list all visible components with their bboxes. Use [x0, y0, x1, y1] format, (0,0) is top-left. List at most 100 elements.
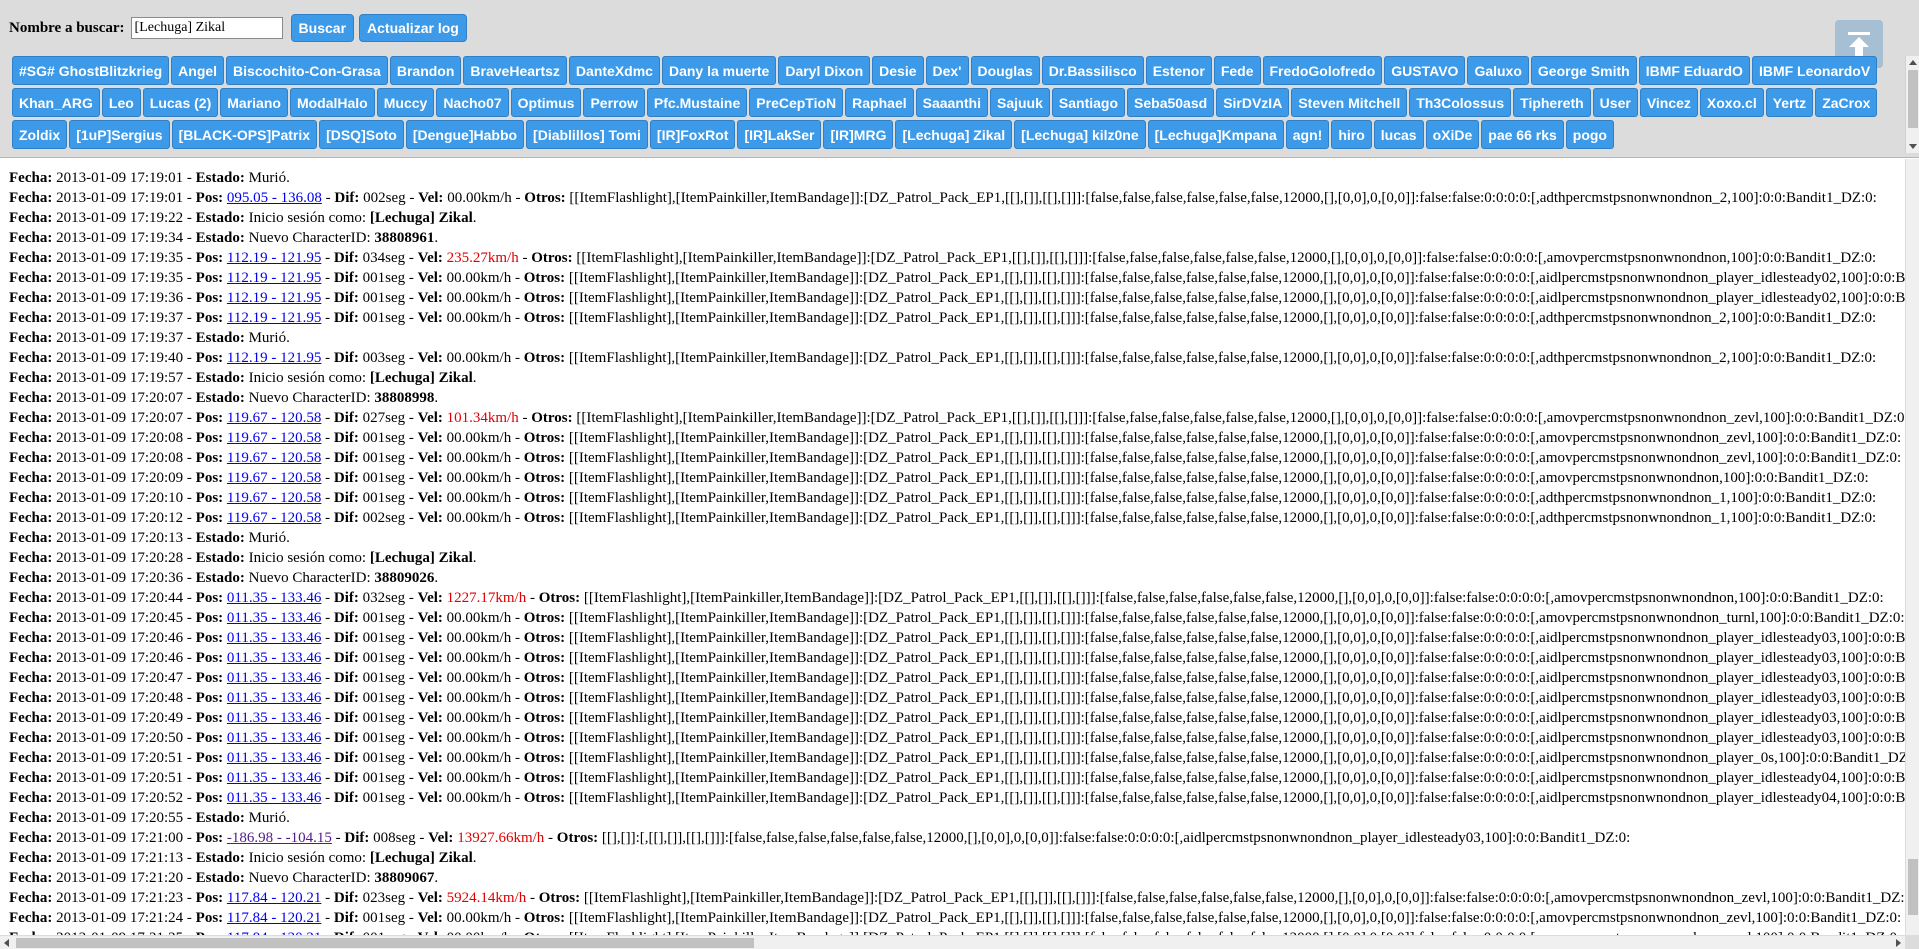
player-name-button[interactable]: IBMF LeonardoV — [1751, 56, 1878, 85]
position-link[interactable]: 011.35 - 133.46 — [227, 690, 321, 706]
player-name-button[interactable]: [IR]LakSer — [737, 120, 822, 149]
position-link[interactable]: 119.67 - 120.58 — [227, 470, 321, 486]
position-link[interactable]: 011.35 - 133.46 — [227, 610, 321, 626]
player-name-button[interactable]: Estenor — [1145, 56, 1212, 85]
player-name-button[interactable]: PreCepTioN — [749, 88, 844, 117]
position-link[interactable]: 011.35 - 133.46 — [227, 710, 321, 726]
player-name-button[interactable]: [BLACK-OPS]Patrix — [171, 120, 318, 149]
player-name-button[interactable]: Leo — [101, 88, 141, 117]
player-name-button[interactable]: Khan_ARG — [12, 88, 100, 117]
player-name-button[interactable]: [IR]FoxRot — [649, 120, 736, 149]
player-name-button[interactable]: Th3Colossus — [1409, 88, 1512, 117]
position-link[interactable]: 112.19 - 121.95 — [227, 250, 321, 266]
position-link[interactable]: 112.19 - 121.95 — [227, 290, 321, 306]
position-link[interactable]: 011.35 - 133.46 — [227, 790, 321, 806]
player-name-button[interactable]: Dex' — [925, 56, 969, 85]
page-vertical-scrollbar-thumb[interactable] — [1908, 859, 1918, 915]
player-name-button[interactable]: hiro — [1331, 120, 1372, 149]
position-link[interactable]: 011.35 - 133.46 — [227, 670, 321, 686]
player-name-button[interactable]: IBMF EduardO — [1638, 56, 1750, 85]
update-log-button[interactable]: Actualizar log — [359, 14, 467, 42]
player-name-button[interactable]: Tiphereth — [1513, 88, 1591, 117]
player-name-button[interactable]: [DSQ]Soto — [319, 120, 404, 149]
player-name-button[interactable]: [1uP]Sergius — [69, 120, 170, 149]
player-name-button[interactable]: Yertz — [1765, 88, 1814, 117]
player-name-button[interactable]: Optimus — [510, 88, 582, 117]
scroll-up-arrow-icon[interactable] — [1909, 60, 1917, 65]
player-name-button[interactable]: agn! — [1285, 120, 1330, 149]
player-name-button[interactable]: Raphael — [845, 88, 914, 117]
position-link[interactable]: 119.67 - 120.58 — [227, 490, 321, 506]
player-name-button[interactable]: Santiago — [1051, 88, 1126, 117]
player-name-button[interactable]: Nacho07 — [436, 88, 509, 117]
player-name-button[interactable]: Sajuuk — [989, 88, 1050, 117]
scroll-left-arrow-icon[interactable] — [4, 939, 9, 947]
player-name-button[interactable]: [Dengue]Habbo — [405, 120, 525, 149]
player-name-button[interactable]: Desie — [872, 56, 924, 85]
player-name-button[interactable]: [Lechuga] kilz0ne — [1014, 120, 1146, 149]
position-link[interactable]: 011.35 - 133.46 — [227, 730, 321, 746]
player-name-button[interactable]: Dany la muerte — [661, 56, 777, 85]
player-name-button[interactable]: George Smith — [1530, 56, 1637, 85]
player-name-button[interactable]: Douglas — [970, 56, 1040, 85]
search-input[interactable] — [130, 17, 283, 39]
player-name-button[interactable]: Angel — [171, 56, 225, 85]
position-link[interactable]: 011.35 - 133.46 — [227, 590, 321, 606]
player-name-button[interactable]: Muccy — [376, 88, 435, 117]
page-horizontal-scrollbar-thumb[interactable] — [16, 938, 754, 948]
player-name-button[interactable]: oXiDe — [1425, 120, 1480, 149]
position-link[interactable]: 011.35 - 133.46 — [227, 770, 321, 786]
player-name-button[interactable]: Brandon — [389, 56, 462, 85]
player-name-button[interactable]: lucas — [1373, 120, 1424, 149]
player-name-button[interactable]: pae 66 rks — [1481, 120, 1564, 149]
player-name-button[interactable]: Saaanthi — [915, 88, 988, 117]
player-name-button[interactable]: Zoldix — [12, 120, 68, 149]
player-name-button[interactable]: Fede — [1213, 56, 1261, 85]
scroll-down-arrow-icon[interactable] — [1909, 144, 1917, 149]
player-name-button[interactable]: Dr.Bassilisco — [1041, 56, 1144, 85]
position-link[interactable]: 119.67 - 120.58 — [227, 430, 321, 446]
player-name-button[interactable]: Lucas (2) — [142, 88, 219, 117]
position-link[interactable]: 112.19 - 121.95 — [227, 310, 321, 326]
player-name-button[interactable]: Vincez — [1639, 88, 1698, 117]
position-link[interactable]: 119.67 - 120.58 — [227, 450, 321, 466]
position-link[interactable]: 119.67 - 120.58 — [227, 510, 321, 526]
player-name-button[interactable]: Daryl Dixon — [778, 56, 871, 85]
player-name-button[interactable]: #SG# GhostBlitzkrieg — [12, 56, 170, 85]
player-name-button[interactable]: [Diablillos] Tomi — [526, 120, 648, 149]
player-name-button[interactable]: [IR]MRG — [823, 120, 894, 149]
player-name-button[interactable]: BraveHeartsz — [463, 56, 567, 85]
position-link[interactable]: 112.19 - 121.95 — [227, 270, 321, 286]
position-link[interactable]: 011.35 - 133.46 — [227, 630, 321, 646]
position-link[interactable]: 011.35 - 133.46 — [227, 750, 321, 766]
page-vertical-scrollbar[interactable] — [1905, 159, 1919, 935]
player-name-button[interactable]: Xoxo.cl — [1699, 88, 1764, 117]
player-name-button[interactable]: ZaCrox — [1815, 88, 1878, 117]
player-name-button[interactable]: [Lechuga]Kmpana — [1147, 120, 1284, 149]
name-list-scrollbar[interactable] — [1905, 56, 1919, 153]
player-name-button[interactable]: pogo — [1565, 120, 1614, 149]
position-link[interactable]: 117.84 - 120.21 — [227, 910, 321, 926]
position-link[interactable]: 112.19 - 121.95 — [227, 350, 321, 366]
position-link[interactable]: 095.05 - 136.08 — [227, 190, 322, 206]
player-name-button[interactable]: ModalHalo — [289, 88, 375, 117]
position-link[interactable]: 119.67 - 120.58 — [227, 410, 321, 426]
player-name-button[interactable]: Steven Mitchell — [1291, 88, 1408, 117]
player-name-button[interactable]: DanteXdmc — [568, 56, 660, 85]
player-name-button[interactable]: [Lechuga] Zikal — [895, 120, 1013, 149]
position-link[interactable]: 011.35 - 133.46 — [227, 650, 321, 666]
player-name-button[interactable]: Perrow — [583, 88, 645, 117]
player-name-button[interactable]: GUSTAVO — [1384, 56, 1466, 85]
position-link[interactable]: 117.84 - 120.21 — [227, 890, 321, 906]
position-link[interactable]: -186.98 - -104.15 — [227, 830, 332, 846]
player-name-button[interactable]: Seba50asd — [1127, 88, 1215, 117]
player-name-button[interactable]: FredoGolofredo — [1262, 56, 1383, 85]
player-name-button[interactable]: Mariano — [220, 88, 288, 117]
page-horizontal-scrollbar[interactable] — [0, 935, 1905, 949]
player-name-button[interactable]: User — [1592, 88, 1638, 117]
player-name-button[interactable]: Biscochito-Con-Grasa — [226, 56, 388, 85]
player-name-button[interactable]: Galuxo — [1467, 56, 1529, 85]
scroll-right-arrow-icon[interactable] — [1896, 939, 1901, 947]
player-name-button[interactable]: Pfc.Mustaine — [646, 88, 748, 117]
name-list-scrollbar-thumb[interactable] — [1908, 70, 1918, 128]
